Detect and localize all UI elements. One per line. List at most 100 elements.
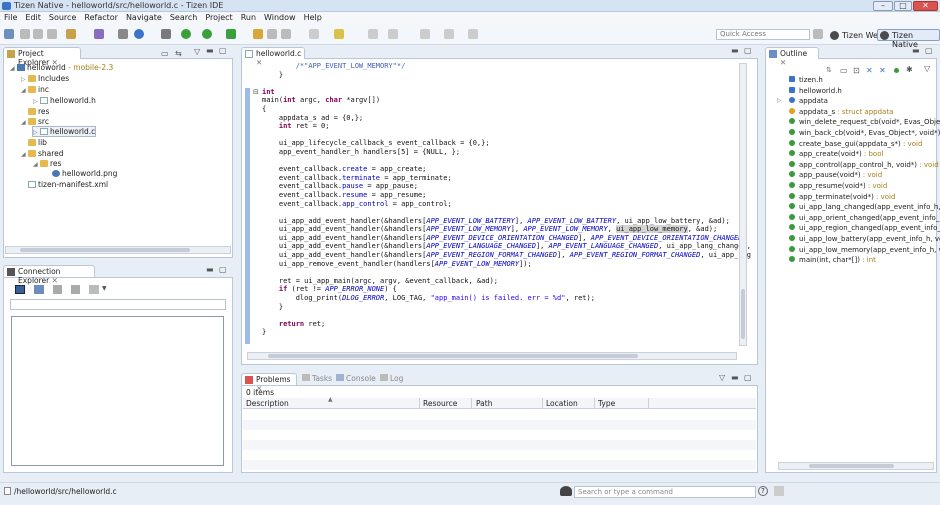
outline-item[interactable]: app_resume(void*) : void (789, 182, 887, 190)
outline-item[interactable]: win_delete_request_cb(void*, Evas_Object… (789, 118, 940, 126)
outline-item[interactable]: app_create(void*) : bool (789, 150, 883, 158)
tab-helloworld-c[interactable]: helloworld.c ✕ (241, 47, 305, 67)
outline-item[interactable]: ui_app_lang_changed(app_event_info_h, v (789, 203, 940, 211)
tree-item[interactable]: res (21, 107, 49, 116)
back-icon[interactable] (420, 29, 430, 39)
code-line[interactable]: int ret = 0; (262, 122, 742, 131)
tree-item[interactable]: ◢ inc (21, 85, 49, 94)
group-icon[interactable]: ✱ (906, 65, 913, 74)
last-edit-icon[interactable] (468, 29, 478, 39)
code-line[interactable]: ui_app_add_event_handler(&handlers[APP_E… (262, 217, 742, 226)
code-editor[interactable]: /*"APP_EVENT_LOW_MEMORY"*/ } int main(int… (262, 62, 751, 337)
minimize-view-icon[interactable]: ▬ (912, 46, 920, 55)
code-line[interactable] (262, 311, 742, 320)
pin-icon[interactable] (368, 29, 378, 39)
code-line[interactable]: event_callback.app_control = app_control… (262, 200, 742, 209)
tools-icon[interactable] (94, 29, 104, 39)
tab-outline[interactable]: Outline ✕ (765, 47, 819, 67)
close-button[interactable]: ✕ (913, 1, 938, 11)
code-line[interactable]: event_callback.pause = app_pause; (262, 182, 742, 191)
maximize-view-icon[interactable]: ▢ (219, 265, 227, 274)
horizontal-scrollbar[interactable] (5, 246, 231, 254)
forward-icon[interactable] (444, 29, 454, 39)
tab-connection-explorer[interactable]: Connection Explorer ✕ (3, 265, 95, 285)
code-line[interactable] (262, 208, 742, 217)
gear-icon[interactable] (161, 29, 171, 39)
code-line[interactable]: event_callback.terminate = app_terminate… (262, 174, 742, 183)
code-line[interactable] (262, 157, 742, 166)
maximize-view-icon[interactable]: ▢ (219, 46, 227, 55)
code-line[interactable]: if (ret != APP_ERROR_NONE) { (262, 285, 742, 294)
hide-members-icon[interactable] (894, 68, 899, 73)
tab-tasks[interactable]: Tasks (302, 374, 332, 383)
tab-log[interactable]: Log (380, 374, 403, 383)
code-line[interactable]: appdata_s ad = {0,}; (262, 114, 742, 123)
collapse-all-icon[interactable]: ▭ (840, 66, 848, 75)
connection-filter-input[interactable] (10, 299, 226, 310)
outline-item[interactable]: app_terminate(void*) : void (789, 192, 895, 201)
code-line[interactable]: main(int argc, char *argv[]) (262, 96, 742, 105)
view-menu-icon[interactable]: ▽ (924, 64, 930, 73)
code-line[interactable]: ui_app_add_event_handler(&handlers[APP_E… (262, 251, 751, 260)
menu-project[interactable]: Project (201, 12, 236, 22)
menu-file[interactable]: File (0, 12, 21, 22)
tree-item[interactable]: ◢ src (21, 117, 49, 126)
device-manager-icon[interactable] (34, 285, 44, 294)
code-line[interactable]: ui_app_add_event_handler(&handlers[APP_E… (262, 242, 751, 251)
minimize-button[interactable]: – (873, 1, 893, 11)
code-line[interactable]: ui_app_add_event_handler(&handlers[APP_E… (262, 225, 742, 234)
open-perspective-icon[interactable] (813, 29, 823, 39)
save-all-icon[interactable] (33, 29, 43, 39)
code-line[interactable] (262, 268, 742, 277)
tab-project-explorer[interactable]: Project Explorer ✕ (3, 47, 81, 67)
menu-refactor[interactable]: Refactor (80, 12, 122, 22)
tree-item[interactable]: ◢ helloworld - mobile-2.3 (10, 63, 113, 72)
open-view-icon[interactable] (774, 486, 784, 496)
run-external-icon[interactable] (226, 29, 236, 39)
code-line[interactable]: int (262, 88, 742, 97)
menu-window[interactable]: Window (260, 12, 300, 22)
col-type[interactable]: Type (598, 399, 615, 408)
col-resource[interactable]: Resource (423, 399, 457, 408)
code-line[interactable]: } (262, 71, 742, 80)
sort-icon[interactable]: ⇅ (826, 66, 832, 74)
vertical-scrollbar[interactable] (739, 63, 747, 346)
tree-item[interactable]: ◢ res (33, 159, 61, 168)
col-description[interactable]: Description (246, 399, 289, 408)
horizontal-scrollbar[interactable] (778, 462, 934, 470)
save-icon[interactable] (20, 29, 30, 39)
menu-help[interactable]: Help (300, 12, 326, 22)
minimize-view-icon[interactable]: ▬ (731, 373, 739, 382)
menu-source[interactable]: Source (45, 12, 80, 22)
print-icon[interactable] (47, 29, 57, 39)
debug-icon[interactable] (181, 29, 191, 39)
device-icon[interactable] (118, 29, 128, 39)
expand-icon[interactable]: ▷ (777, 97, 782, 104)
perspective-tizen-native[interactable]: Tizen Native (877, 29, 940, 49)
outline-item[interactable]: appdata_s : struct appdata (789, 107, 893, 116)
menu-search[interactable]: Search (166, 12, 201, 22)
outline-item[interactable]: helloworld.h (789, 86, 842, 95)
new-icon[interactable] (4, 29, 14, 39)
search-icon[interactable] (281, 29, 291, 39)
link-editor-icon[interactable]: ⇆ (175, 49, 182, 58)
code-line[interactable]: event_callback.resume = app_resume; (262, 191, 742, 200)
maximize-view-icon[interactable]: ▢ (744, 46, 752, 55)
menu-run[interactable]: Run (237, 12, 260, 22)
tree-item-selected[interactable]: ▷ helloworld.c (31, 126, 97, 137)
col-path[interactable]: Path (476, 399, 492, 408)
code-line[interactable]: ui_app_remove_event_handler(handlers[APP… (262, 260, 742, 269)
tree-item[interactable]: ▷ helloworld.h (33, 96, 96, 105)
outline-item[interactable]: ui_app_orient_changed(app_event_info_h, … (789, 213, 940, 222)
code-line[interactable]: } (262, 328, 742, 337)
open-type-icon[interactable] (267, 29, 277, 39)
tree-item[interactable]: ◢ shared (21, 149, 64, 158)
menu-navigate[interactable]: Navigate (122, 12, 166, 22)
user-icon[interactable] (560, 486, 572, 496)
menu-edit[interactable]: Edit (21, 12, 45, 22)
view-menu-icon[interactable]: ▽ (194, 47, 200, 56)
quick-access-input[interactable]: Quick Access (716, 29, 810, 40)
code-line[interactable]: ret = ui_app_main(argc, argv, &event_cal… (262, 277, 742, 286)
code-line[interactable]: app_event_handler_h handlers[5] = {NULL,… (262, 148, 742, 157)
next-annotation-icon[interactable] (388, 29, 398, 39)
